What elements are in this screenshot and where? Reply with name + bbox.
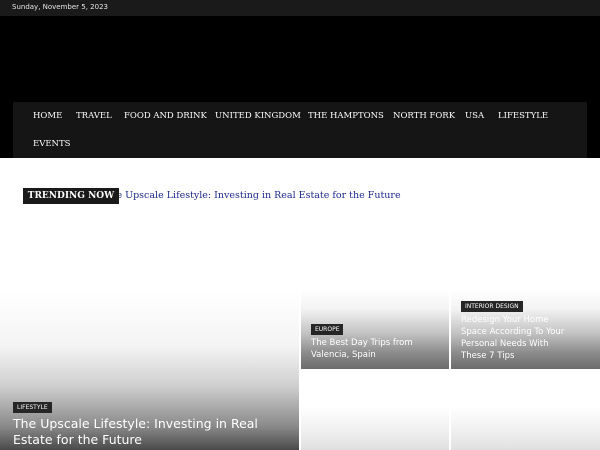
main-navigation: HOME TRAVEL FOOD AND DRINK UNITED KINGDO… (13, 102, 587, 158)
article-card-europe[interactable]: EUROPE The Best Day Trips from Valencia,… (301, 290, 449, 369)
nav-item-food-and-drink[interactable]: FOOD AND DRINK (124, 111, 207, 121)
top-bar: Sunday, November 5, 2023 (0, 0, 600, 16)
nav-item-home[interactable]: HOME (33, 111, 62, 121)
nav-item-north-fork[interactable]: NORTH FORK (393, 111, 455, 121)
trending-headline-link[interactable]: The Upscale Lifestyle: Investing in Real… (104, 190, 401, 201)
featured-article-title-line1[interactable]: The Upscale Lifestyle: Investing in Real (13, 416, 258, 432)
featured-article-card[interactable]: LIFESTYLE The Upscale Lifestyle: Investi… (0, 290, 299, 450)
category-badge-interior-design[interactable]: INTERIOR DESIGN (461, 301, 523, 312)
nav-item-the-hamptons[interactable]: THE HAMPTONS (308, 111, 384, 121)
article-card-bottom-left[interactable] (301, 371, 449, 450)
article-title-interior-line2[interactable]: Space According To Your (461, 327, 564, 339)
article-title-interior-line4[interactable]: These 7 Tips (461, 351, 514, 363)
nav-item-lifestyle[interactable]: LIFESTYLE (498, 111, 548, 121)
featured-article-title-line2[interactable]: Estate for the Future (13, 432, 142, 448)
category-badge-lifestyle[interactable]: LIFESTYLE (13, 402, 52, 413)
nav-item-usa[interactable]: USA (465, 111, 484, 121)
article-title-interior-line1[interactable]: Redesign Your Home (461, 315, 549, 327)
current-date: Sunday, November 5, 2023 (12, 3, 109, 11)
trending-bar: The Upscale Lifestyle: Investing in Real… (0, 185, 600, 207)
nav-item-travel[interactable]: TRAVEL (76, 111, 112, 121)
nav-item-united-kingdom[interactable]: UNITED KINGDOM (215, 111, 301, 121)
trending-now-label: TRENDING NOW (23, 188, 119, 204)
article-card-interior-design[interactable]: INTERIOR DESIGN Redesign Your Home Space… (451, 290, 600, 369)
category-badge-europe[interactable]: EUROPE (311, 324, 344, 335)
article-title-interior-line3[interactable]: Personal Needs With (461, 339, 548, 351)
article-card-bottom-right[interactable] (451, 371, 600, 450)
nav-item-events[interactable]: EVENTS (33, 139, 70, 149)
article-title-europe-line1[interactable]: The Best Day Trips from (311, 338, 413, 350)
article-title-europe-line2[interactable]: Valencia, Spain (311, 350, 376, 362)
